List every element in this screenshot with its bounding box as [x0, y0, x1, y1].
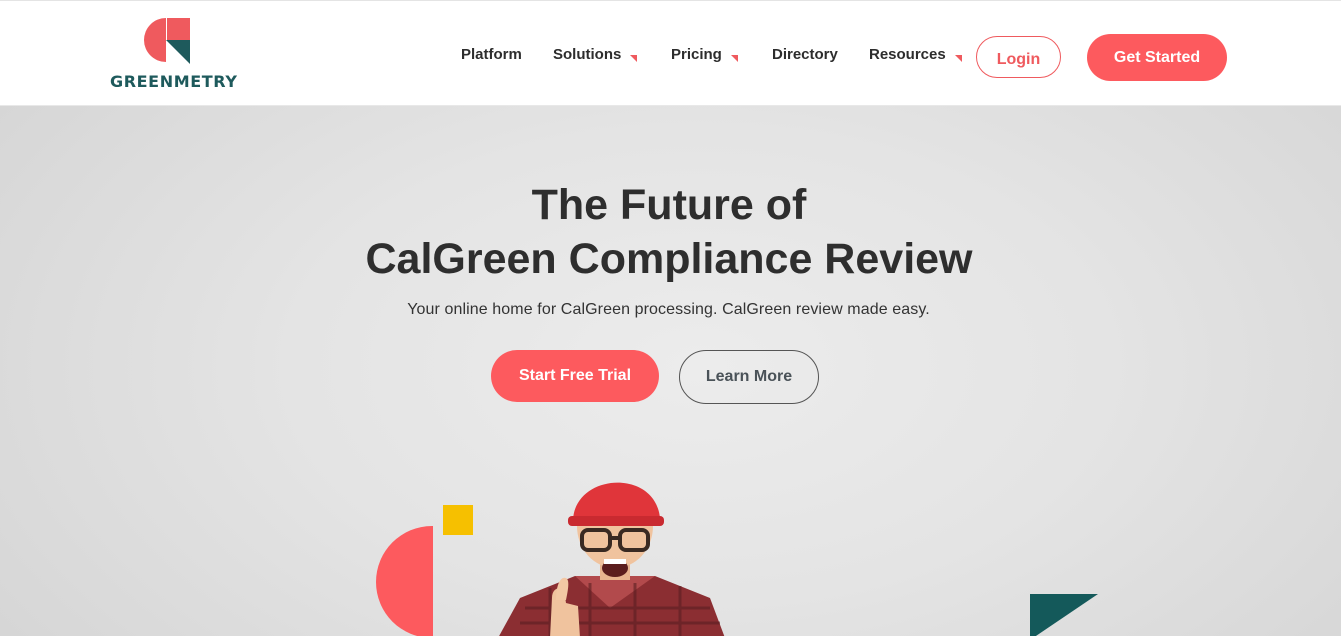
- nav-item-platform[interactable]: Platform: [461, 46, 522, 68]
- decorative-yellow-square: [443, 505, 473, 535]
- nav-item-resources[interactable]: Resources: [869, 46, 962, 68]
- nav-item-pricing[interactable]: Pricing: [671, 46, 738, 68]
- learn-more-button[interactable]: Learn More: [679, 350, 819, 404]
- nav-item-label: Directory: [772, 46, 838, 63]
- login-button[interactable]: Login: [976, 36, 1061, 78]
- site-header: GREENMETRY Platform Solutions Pricing Di…: [0, 0, 1341, 106]
- get-started-button[interactable]: Get Started: [1087, 34, 1227, 81]
- hero-subtitle: Your online home for CalGreen processing…: [407, 301, 930, 318]
- nav-item-label: Resources: [869, 46, 946, 63]
- decorative-teal-triangle: [1030, 594, 1098, 636]
- nav-item-solutions[interactable]: Solutions: [553, 46, 638, 68]
- hero-title: The Future of CalGreen Compliance Review: [0, 178, 1338, 286]
- decorative-red-semicircle: [376, 526, 433, 636]
- nav-item-label: Platform: [461, 46, 522, 63]
- logo-mark-icon: [144, 18, 190, 64]
- nav-item-directory[interactable]: Directory: [772, 46, 838, 68]
- start-free-trial-button[interactable]: Start Free Trial: [491, 350, 659, 402]
- dropdown-caret-icon: [630, 55, 638, 62]
- nav-item-label: Solutions: [553, 46, 622, 63]
- hero-section: The Future of CalGreen Compliance Review…: [0, 106, 1341, 636]
- nav-item-label: Pricing: [671, 46, 722, 63]
- hero-title-line-2: CalGreen Compliance Review: [365, 235, 973, 283]
- hero-worker-image: [499, 482, 725, 636]
- dropdown-caret-icon: [730, 55, 738, 62]
- dropdown-caret-icon: [954, 55, 962, 62]
- logo-wordmark: GREENMETRY: [110, 72, 238, 91]
- hero-title-line-1: The Future of: [531, 181, 807, 229]
- greenmetry-logo[interactable]: GREENMETRY: [110, 18, 238, 92]
